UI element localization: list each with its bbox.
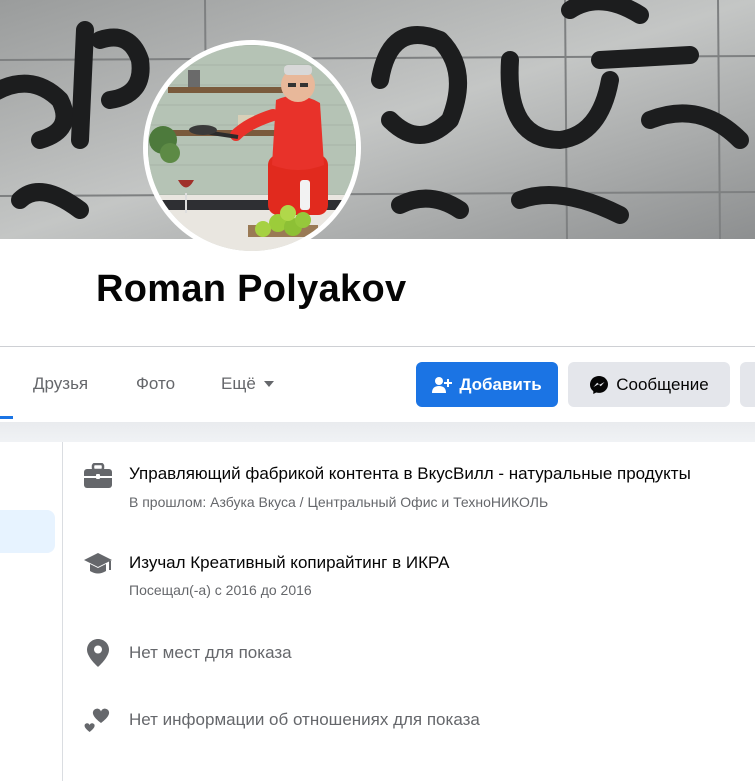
tab-photos[interactable]: Фото — [136, 374, 175, 394]
left-nav-highlight[interactable] — [0, 510, 55, 553]
briefcase-icon — [82, 460, 114, 492]
message-label: Сообщение — [616, 374, 709, 394]
more-options-button[interactable] — [740, 362, 755, 407]
add-friend-label: Добавить — [459, 374, 542, 394]
education-title[interactable]: Изучал Креативный копирайтинг в ИКРА — [129, 553, 450, 573]
graduation-cap-icon — [82, 549, 114, 581]
active-tab-indicator — [0, 416, 13, 419]
work-subtitle: В прошлом: Азбука Вкуса / Центральный Оф… — [129, 494, 549, 510]
profile-avatar[interactable] — [143, 40, 361, 256]
tab-more-label: Ещё — [221, 374, 256, 393]
profile-page: Roman Polyakov Друзья Фото Ещё Добавить … — [0, 0, 755, 781]
profile-name: Roman Polyakov — [96, 268, 407, 310]
avatar-photo — [148, 45, 356, 251]
content-background — [0, 422, 755, 442]
add-friend-button[interactable]: Добавить — [416, 362, 558, 407]
cover-photo[interactable] — [0, 0, 755, 239]
education-subtitle: Посещал(-а) с 2016 до 2016 — [129, 582, 312, 598]
add-friend-icon — [432, 376, 453, 394]
relationship-text: Нет информации об отношениях для показа — [129, 710, 480, 729]
work-title[interactable]: Управляющий фабрикой контента в ВкусВилл… — [129, 464, 691, 484]
location-pin-icon — [82, 637, 114, 669]
header-divider — [0, 346, 755, 347]
messenger-icon — [589, 375, 609, 395]
hearts-icon — [82, 704, 114, 736]
tab-friends[interactable]: Друзья — [33, 374, 88, 394]
left-column-divider — [62, 442, 63, 781]
caret-down-icon — [263, 381, 274, 387]
message-button[interactable]: Сообщение — [568, 362, 730, 407]
tab-more[interactable]: Ещё — [221, 374, 274, 394]
places-text: Нет мест для показа — [129, 643, 292, 662]
